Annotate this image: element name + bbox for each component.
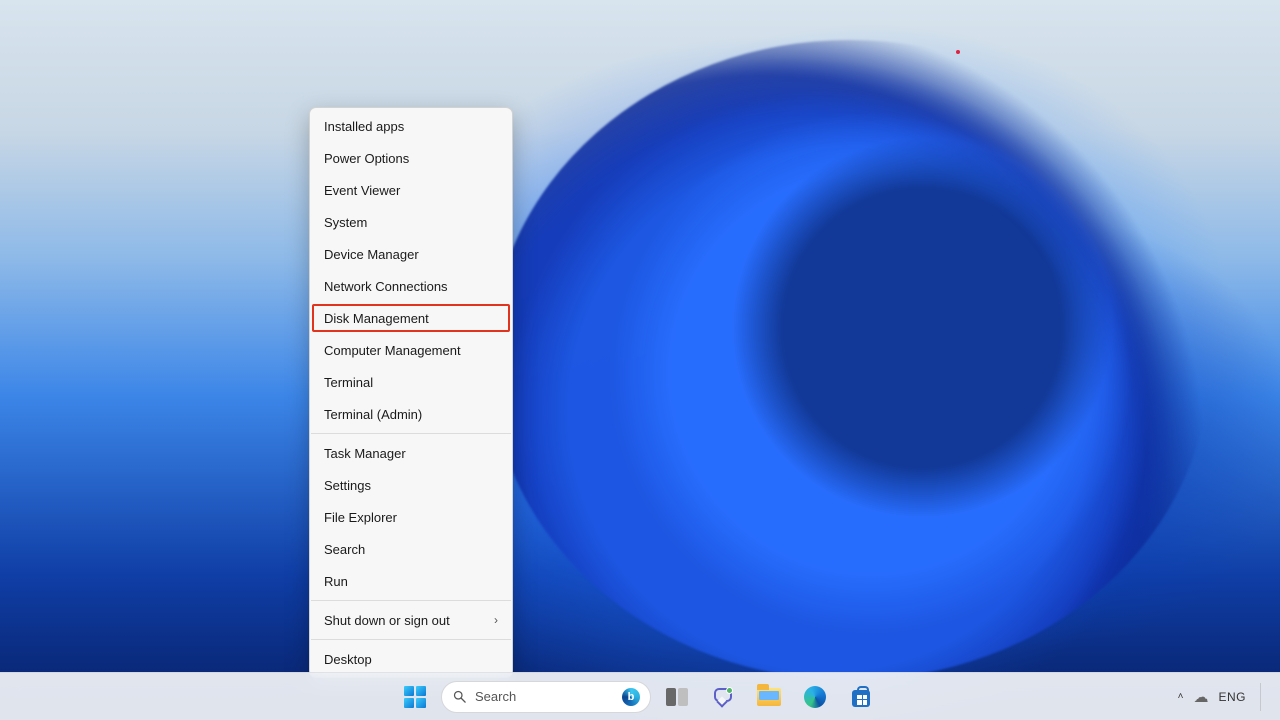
menu-item-terminal-admin[interactable]: Terminal (Admin): [310, 398, 512, 430]
menu-item-power-options[interactable]: Power Options: [310, 142, 512, 174]
tray-overflow-button[interactable]: ˄: [1178, 691, 1184, 702]
chat-button[interactable]: [703, 677, 743, 717]
menu-item-label: Desktop: [324, 652, 372, 667]
winx-context-menu: Installed apps Power Options Event Viewer S…: [309, 107, 513, 678]
menu-item-shut-down[interactable]: Shut down or sign out ›: [310, 604, 512, 636]
menu-item-label: Computer Management: [324, 343, 461, 358]
menu-item-disk-management[interactable]: Disk Management: [310, 302, 512, 334]
menu-item-event-viewer[interactable]: Event Viewer: [310, 174, 512, 206]
menu-item-computer-management[interactable]: Computer Management: [310, 334, 512, 366]
menu-item-network-connections[interactable]: Network Connections: [310, 270, 512, 302]
menu-item-task-manager[interactable]: Task Manager: [310, 437, 512, 469]
chat-icon: [712, 686, 734, 708]
menu-item-label: Power Options: [324, 151, 409, 166]
file-explorer-button[interactable]: [749, 677, 789, 717]
menu-item-label: Terminal (Admin): [324, 407, 422, 422]
task-view-button[interactable]: [657, 677, 697, 717]
menu-separator: [311, 639, 511, 640]
search-placeholder: Search: [475, 689, 516, 704]
menu-item-label: System: [324, 215, 367, 230]
desktop-wallpaper[interactable]: Installed apps Power Options Event Viewer S…: [0, 0, 1280, 720]
edge-icon: [804, 686, 826, 708]
system-tray: ˄ ☁ ENG: [1170, 673, 1276, 720]
windows-logo-icon: [404, 686, 426, 708]
menu-item-label: Device Manager: [324, 247, 419, 262]
show-desktop-sliver[interactable]: [1260, 683, 1268, 711]
taskbar-search-box[interactable]: Search b: [441, 681, 651, 713]
bing-icon: b: [622, 688, 640, 706]
menu-item-label: Task Manager: [324, 446, 406, 461]
menu-item-terminal[interactable]: Terminal: [310, 366, 512, 398]
menu-item-label: Settings: [324, 478, 371, 493]
language-indicator[interactable]: ENG: [1218, 690, 1246, 704]
menu-separator: [311, 600, 511, 601]
taskbar: Search b ˄ ☁ ENG: [0, 672, 1280, 720]
folder-icon: [757, 688, 781, 706]
task-view-icon: [666, 688, 688, 706]
edge-button[interactable]: [795, 677, 835, 717]
menu-item-run[interactable]: Run: [310, 565, 512, 597]
weather-tray-icon[interactable]: ☁: [1193, 688, 1208, 706]
menu-item-label: Terminal: [324, 375, 373, 390]
store-button[interactable]: [841, 677, 881, 717]
menu-item-label: Run: [324, 574, 348, 589]
menu-item-system[interactable]: System: [310, 206, 512, 238]
menu-item-label: File Explorer: [324, 510, 397, 525]
store-icon: [850, 686, 872, 708]
menu-item-settings[interactable]: Settings: [310, 469, 512, 501]
search-icon: [452, 689, 467, 704]
menu-item-label: Network Connections: [324, 279, 448, 294]
chevron-right-icon: ›: [494, 613, 498, 627]
menu-item-search[interactable]: Search: [310, 533, 512, 565]
menu-item-installed-apps[interactable]: Installed apps: [310, 110, 512, 142]
menu-item-label: Shut down or sign out: [324, 613, 450, 628]
menu-item-device-manager[interactable]: Device Manager: [310, 238, 512, 270]
menu-separator: [311, 433, 511, 434]
menu-item-file-explorer[interactable]: File Explorer: [310, 501, 512, 533]
annotation-dot: [956, 50, 960, 54]
start-button[interactable]: [395, 677, 435, 717]
menu-item-desktop[interactable]: Desktop: [310, 643, 512, 675]
menu-item-label: Installed apps: [324, 119, 404, 134]
menu-item-label: Disk Management: [324, 311, 429, 326]
menu-item-label: Event Viewer: [324, 183, 400, 198]
menu-item-label: Search: [324, 542, 365, 557]
